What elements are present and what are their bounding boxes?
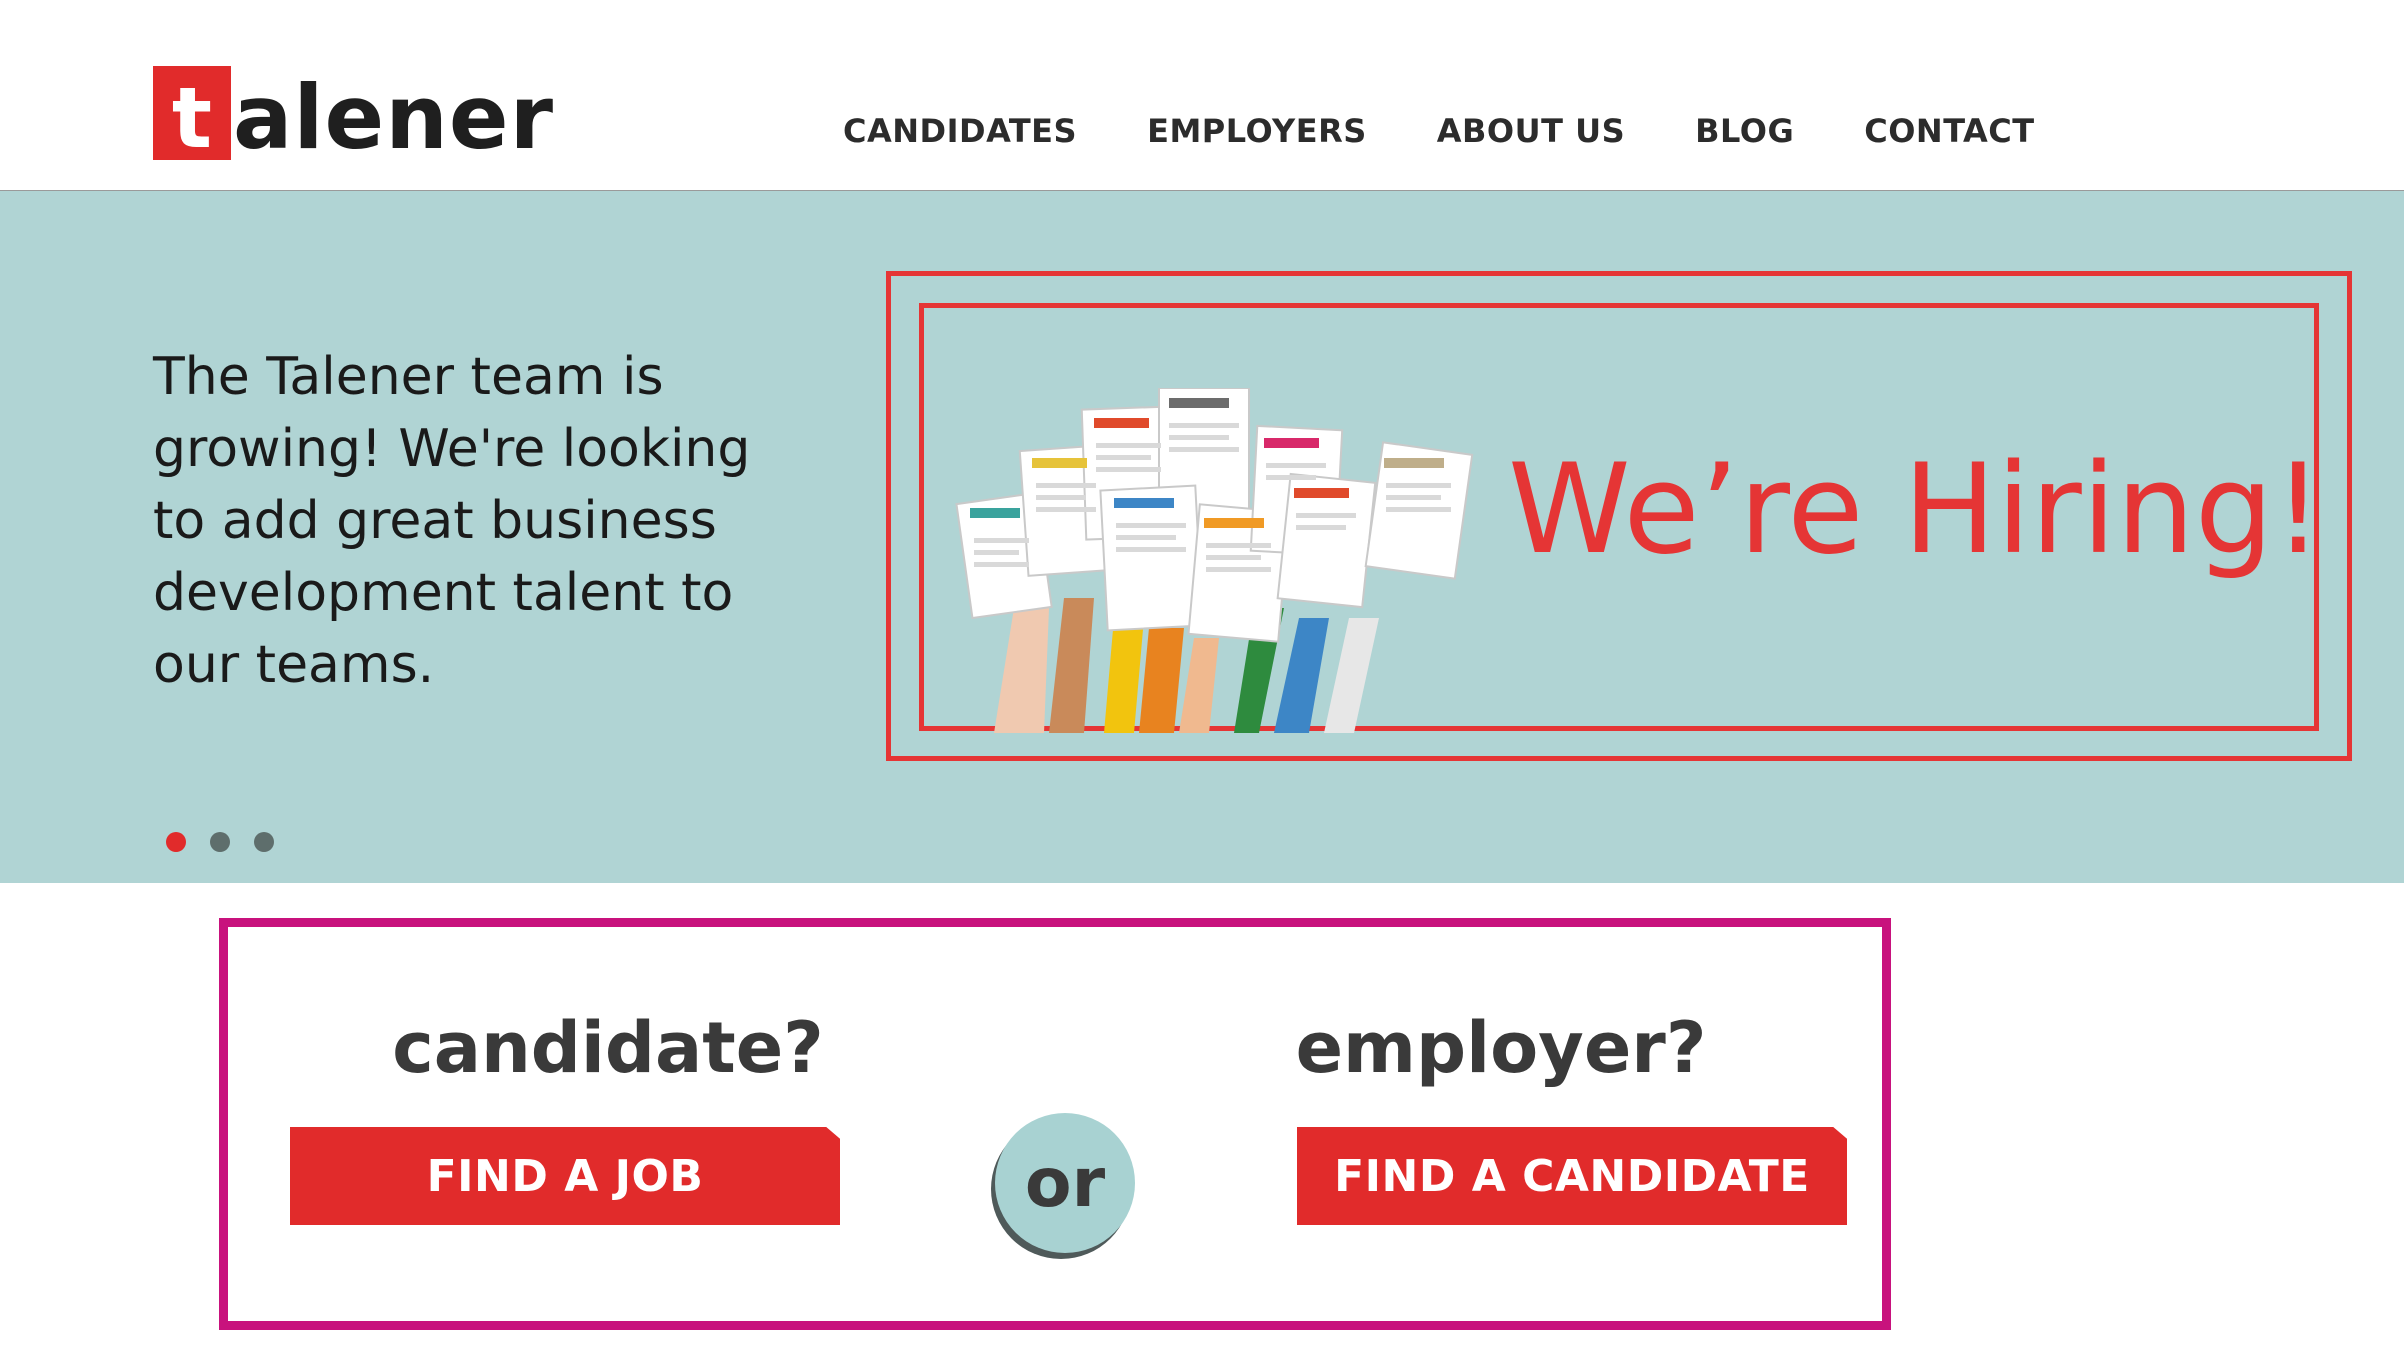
main-nav: CANDIDATES EMPLOYERS ABOUT US BLOG CONTA…: [843, 112, 2105, 150]
logo-wordmark: alener: [233, 66, 554, 170]
hiring-banner[interactable]: We’re Hiring!: [886, 271, 2352, 761]
logo-mark: t: [153, 66, 231, 160]
nav-blog[interactable]: BLOG: [1695, 112, 1794, 150]
nav-about-us[interactable]: ABOUT US: [1437, 112, 1625, 150]
nav-candidates[interactable]: CANDIDATES: [843, 112, 1077, 150]
talener-logo[interactable]: t alener: [153, 64, 554, 170]
page: t alener CANDIDATES EMPLOYERS ABOUT US B…: [0, 0, 2404, 1356]
hiring-headline: We’re Hiring!: [1508, 438, 2324, 582]
carousel-dot-1[interactable]: [166, 832, 186, 852]
nav-employers[interactable]: EMPLOYERS: [1147, 112, 1367, 150]
candidate-employer-cta: candidate? employer? FIND A JOB or FIND …: [219, 918, 1891, 1330]
resume-hands-illustration: [955, 388, 1474, 733]
hero-carousel: The Talener team is growing! We're looki…: [0, 191, 2404, 883]
candidate-heading: candidate?: [392, 1007, 824, 1089]
find-a-candidate-button[interactable]: FIND A CANDIDATE: [1297, 1127, 1847, 1225]
hiring-banner-frame: We’re Hiring!: [919, 303, 2323, 733]
carousel-dot-3[interactable]: [254, 832, 274, 852]
site-header: t alener CANDIDATES EMPLOYERS ABOUT US B…: [0, 0, 2404, 192]
hero-text: The Talener team is growing! We're looki…: [153, 347, 751, 695]
or-badge: or: [995, 1113, 1135, 1253]
nav-contact[interactable]: CONTACT: [1864, 112, 2034, 150]
carousel-dot-2[interactable]: [210, 832, 230, 852]
employer-heading: employer?: [1295, 1007, 1707, 1089]
find-a-job-button[interactable]: FIND A JOB: [290, 1127, 840, 1225]
carousel-dots: [166, 832, 274, 852]
